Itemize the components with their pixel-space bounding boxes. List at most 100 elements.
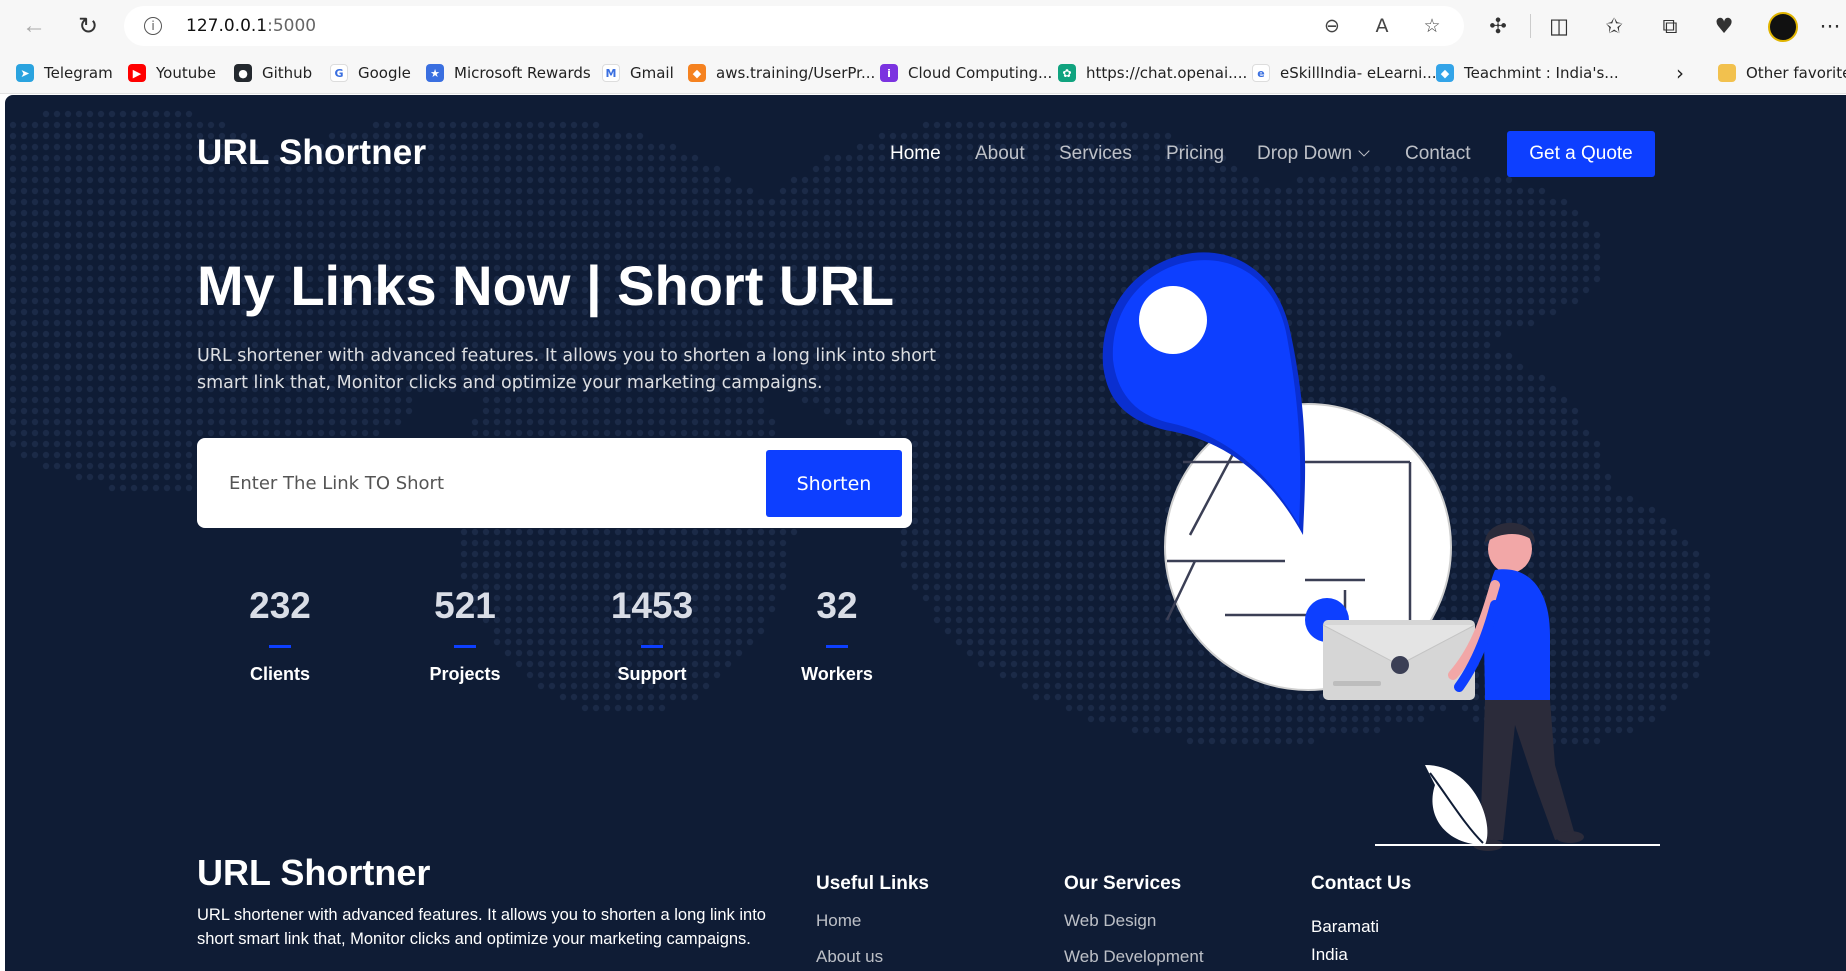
settings-more-icon[interactable]: ⋯ <box>1812 8 1846 44</box>
bookmark-favicon-icon: ➤ <box>16 64 34 82</box>
footer-services: Our Services Web Design Web Development <box>1064 873 1304 967</box>
stat-underline <box>826 645 848 648</box>
hero-title: My Links Now | Short URL <box>197 254 895 317</box>
stat-clients: 232 Clients <box>205 585 355 685</box>
toolbar-divider <box>1530 14 1531 38</box>
bookmark-item[interactable]: G Google <box>330 62 411 84</box>
address-bar[interactable]: i 127.0.0.1:5000 ⊖ A ☆ <box>124 6 1464 46</box>
split-screen-icon[interactable]: ◫ <box>1541 8 1577 44</box>
nav-contact[interactable]: Contact <box>1405 143 1470 165</box>
browser-essentials-icon[interactable]: ♥ <box>1706 8 1742 44</box>
bookmark-favicon-icon: ★ <box>426 64 444 82</box>
stat-underline <box>454 645 476 648</box>
bookmarks-bar: ➤ Telegram ▶ Youtube ● Github G Google ★ Microsof… <box>0 52 1846 94</box>
stat-label: Clients <box>249 664 310 684</box>
bookmark-item[interactable]: e eSkillIndia- eLearni... <box>1252 62 1437 84</box>
hero-description: URL shortener with advanced features. It… <box>197 346 936 393</box>
bookmark-label: Youtube <box>156 64 216 82</box>
bookmark-item[interactable]: ● Github <box>234 62 312 84</box>
footer-link-web-development[interactable]: Web Development <box>1064 947 1304 967</box>
bookmark-item[interactable]: ★ Microsoft Rewards <box>426 62 591 84</box>
bookmark-label: aws.training/UserPr... <box>716 64 876 82</box>
site-logo[interactable]: URL Shortner <box>197 133 426 173</box>
folder-icon <box>1718 64 1736 82</box>
bookmark-label: Google <box>358 64 411 82</box>
favorite-star-icon[interactable]: ☆ <box>1420 14 1444 38</box>
read-aloud-icon[interactable]: A <box>1370 14 1394 38</box>
bookmark-label: Cloud Computing... <box>908 64 1053 82</box>
collections-icon[interactable]: ⧉ <box>1652 8 1688 44</box>
footer-description: URL shortener with advanced features. It… <box>197 906 766 948</box>
contact-country: India <box>1311 945 1348 964</box>
other-favorites-folder[interactable]: Other favorites <box>1718 62 1846 84</box>
extensions-icon[interactable]: ✣ <box>1480 8 1516 44</box>
profile-avatar[interactable] <box>1768 12 1798 42</box>
footer-heading: Useful Links <box>816 873 929 894</box>
nav-about[interactable]: About <box>975 143 1025 165</box>
get-quote-button[interactable]: Get a Quote <box>1507 131 1655 177</box>
bookmark-favicon-icon: M <box>602 64 620 82</box>
nav-dropdown-label: Drop Down <box>1257 143 1353 164</box>
bookmark-label: Github <box>262 64 313 82</box>
site-info-icon[interactable]: i <box>144 17 162 35</box>
bookmark-favicon-icon: ◆ <box>688 64 706 82</box>
bookmark-label: Gmail <box>630 64 674 82</box>
nav-home[interactable]: Home <box>890 143 941 165</box>
bookmark-label: eSkillIndia- eLearni... <box>1280 64 1437 82</box>
footer-link-web-design[interactable]: Web Design <box>1064 911 1304 931</box>
plant-leaf <box>1425 765 1488 845</box>
bookmark-favicon-icon: ✿ <box>1058 64 1076 82</box>
reload-icon[interactable]: ↻ <box>70 8 106 44</box>
other-favorites-label: Other favorites <box>1746 64 1846 82</box>
footer-useful-links: Useful Links Home About us <box>816 873 1056 967</box>
stat-label: Projects <box>429 664 501 684</box>
footer-logo[interactable]: URL Shortner <box>197 852 430 894</box>
bookmark-favicon-icon: ▶ <box>128 64 146 82</box>
shorten-button[interactable]: Shorten <box>766 450 902 517</box>
bookmark-item[interactable]: i Cloud Computing... <box>880 62 1052 84</box>
contact-city: Baramati <box>1311 917 1380 936</box>
bookmark-label: Microsoft Rewards <box>454 64 591 82</box>
bookmark-label: Teachmint : India's... <box>1464 64 1619 82</box>
bookmark-favicon-icon: e <box>1252 64 1270 82</box>
shorten-form: Shorten <box>197 438 912 528</box>
bookmark-item[interactable]: ◆ aws.training/UserPr... <box>688 62 875 84</box>
stat-underline <box>269 645 291 648</box>
bookmarks-overflow-chevron-icon[interactable]: › <box>1676 61 1684 85</box>
bookmark-label: Telegram <box>44 64 113 82</box>
envelope <box>1322 620 1476 700</box>
footer-link-home[interactable]: Home <box>816 911 1056 931</box>
bookmark-favicon-icon: i <box>880 64 898 82</box>
website-page: URL Shortner Home About Services Pricing… <box>5 95 1846 971</box>
stat-workers: 32 Workers <box>762 585 912 685</box>
footer-contact: Contact Us Baramati India <box>1311 873 1551 965</box>
bookmark-item[interactable]: ✿ https://chat.openai.... <box>1058 62 1247 84</box>
stat-underline <box>641 645 663 648</box>
stat-support: 1453 Support <box>577 585 727 685</box>
back-icon[interactable]: ← <box>16 8 52 44</box>
bookmark-label: https://chat.openai.... <box>1086 64 1248 82</box>
bookmark-item[interactable]: ◆ Teachmint : India's... <box>1436 62 1619 84</box>
link-input[interactable] <box>217 460 737 506</box>
bookmark-item[interactable]: ➤ Telegram <box>16 62 113 84</box>
stat-projects: 521 Projects <box>390 585 540 685</box>
stat-label: Workers <box>801 664 873 684</box>
bookmark-item[interactable]: ▶ Youtube <box>128 62 216 84</box>
stat-number: 232 <box>249 585 311 626</box>
zoom-out-icon[interactable]: ⊖ <box>1320 14 1344 38</box>
footer-heading: Our Services <box>1064 873 1182 894</box>
favorites-icon[interactable]: ✩ <box>1596 8 1632 44</box>
address-url[interactable]: 127.0.0.1:5000 <box>186 16 316 36</box>
stat-label: Support <box>617 664 687 684</box>
bookmark-favicon-icon: G <box>330 64 348 82</box>
stat-number: 1453 <box>610 585 694 626</box>
nav-services[interactable]: Services <box>1059 143 1132 165</box>
bookmark-item[interactable]: M Gmail <box>602 62 674 84</box>
nav-dropdown[interactable]: Drop Down <box>1257 143 1370 165</box>
hero-illustration <box>1102 252 1660 851</box>
footer-heading: Contact Us <box>1311 873 1412 894</box>
footer-link-about[interactable]: About us <box>816 947 1056 967</box>
nav-pricing[interactable]: Pricing <box>1166 143 1224 165</box>
stat-number: 32 <box>816 585 858 626</box>
browser-toolbar: ← ↻ i 127.0.0.1:5000 ⊖ A ☆ ✣ ◫ ✩ ⧉ ♥ ⋯ <box>0 0 1846 52</box>
